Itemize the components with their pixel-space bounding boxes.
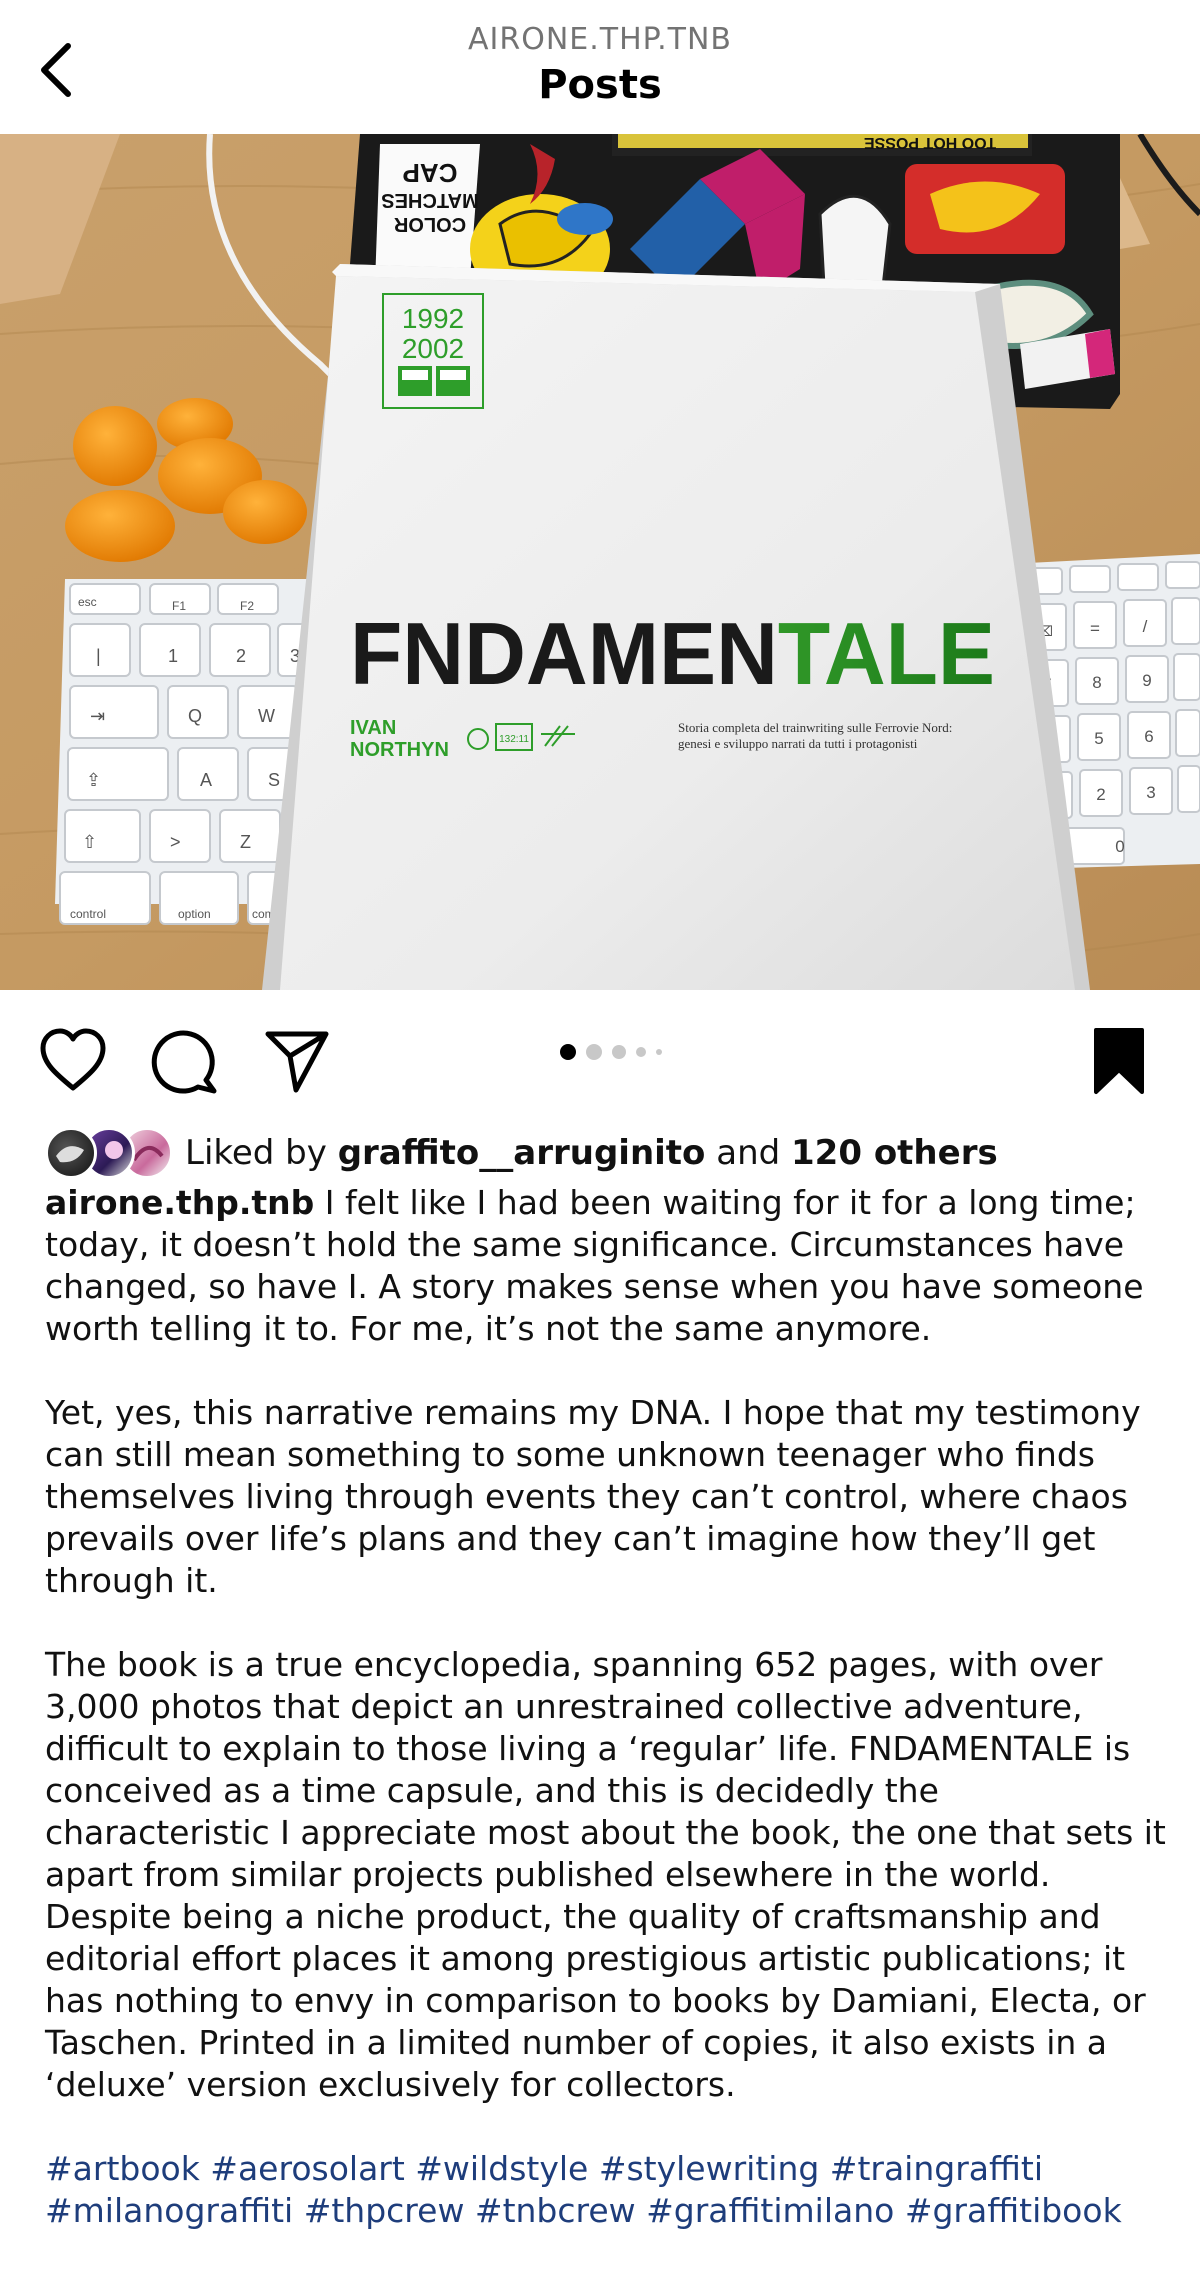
book-title: FNDAMENTALE: [350, 604, 995, 703]
caption-hashtags[interactable]: #artbook #aerosolart #wildstyle #stylewr…: [45, 2148, 1170, 2232]
caption-paragraph-1: airone.thp.tnb I felt like I had been wa…: [45, 1182, 1170, 1350]
svg-text:COLOR: COLOR: [393, 213, 466, 235]
carousel-dot: [656, 1049, 662, 1055]
book-subtitle: Storia completa del trainwriting sulle F…: [678, 720, 956, 751]
svg-text:⇧: ⇧: [82, 832, 97, 852]
svg-text:F1: F1: [172, 599, 186, 613]
svg-text:8: 8: [1092, 673, 1101, 692]
svg-text:/: /: [1143, 617, 1148, 636]
page-title: Posts: [538, 62, 662, 108]
book-year-end: 2002: [402, 333, 464, 364]
svg-text:esc: esc: [78, 595, 97, 609]
svg-text:CAP: CAP: [403, 158, 458, 188]
post-photo: TOO HOT POSSE CAP MATCHES COLOR esc F1 F…: [0, 134, 1200, 990]
svg-text:F2: F2: [240, 599, 254, 613]
like-button[interactable]: [38, 1026, 108, 1096]
save-button[interactable]: [1084, 1026, 1154, 1096]
book-year-start: 1992: [402, 303, 464, 334]
likes-prefix: Liked by: [185, 1133, 338, 1173]
svg-text:control: control: [70, 907, 106, 921]
caption-paragraph-3: The book is a true encyclopedia, spannin…: [45, 1645, 1166, 2104]
carousel-dot: [612, 1045, 626, 1059]
carousel-dot: [636, 1047, 646, 1057]
likes-row: Liked by graffito__arruginito and 120 ot…: [45, 1127, 998, 1179]
svg-text:2: 2: [236, 646, 246, 666]
carousel-indicator: [560, 1042, 662, 1062]
post-caption: airone.thp.tnb I felt like I had been wa…: [45, 1182, 1170, 2274]
svg-text:9: 9: [1142, 671, 1151, 690]
likes-and: and: [705, 1133, 792, 1173]
svg-text:Q: Q: [188, 706, 202, 726]
svg-text:|: |: [96, 646, 101, 666]
sticker-cap-matches-color: CAP MATCHES COLOR: [375, 144, 480, 284]
svg-text:2: 2: [1096, 785, 1105, 804]
heart-icon: [40, 1028, 106, 1091]
paper-plane-icon: [265, 1031, 329, 1093]
svg-text:6: 6: [1144, 727, 1153, 746]
likes-summary[interactable]: Liked by graffito__arruginito and 120 ot…: [185, 1133, 998, 1173]
svg-text:S: S: [268, 770, 280, 790]
svg-text:Z: Z: [240, 832, 251, 852]
comment-button[interactable]: [150, 1026, 220, 1096]
svg-text:⇥: ⇥: [90, 706, 105, 726]
svg-text:132:11: 132:11: [499, 734, 529, 745]
liked-by-user[interactable]: graffito__arruginito: [338, 1133, 706, 1173]
share-button[interactable]: [262, 1026, 332, 1096]
svg-text:5: 5: [1094, 729, 1103, 748]
header-username[interactable]: AIRONE.THP.TNB: [0, 22, 1200, 57]
svg-text:=: =: [1090, 619, 1100, 638]
comment-icon: [151, 1030, 217, 1094]
book-fndamentale: 1992 2002 FNDAMENTALE IVAN NORTHYN 132:1…: [262, 264, 1090, 990]
avatar[interactable]: [45, 1127, 97, 1179]
app-header: AIRONE.THP.TNB Posts: [0, 0, 1200, 134]
svg-text:option: option: [178, 907, 211, 921]
carousel-dot: [560, 1044, 576, 1060]
svg-text:>: >: [170, 832, 181, 852]
caption-paragraph-2: Yet, yes, this narrative remains my DNA.…: [45, 1393, 1141, 1600]
carousel-dot: [586, 1044, 602, 1060]
svg-text:A: A: [200, 770, 212, 790]
svg-text:⇪: ⇪: [86, 770, 101, 790]
svg-text:MATCHES: MATCHES: [381, 189, 478, 211]
svg-text:0: 0: [1115, 837, 1124, 856]
sticker-hot-posse: TOO HOT POSSE: [864, 134, 997, 151]
svg-text:1: 1: [168, 646, 178, 666]
likes-count[interactable]: 120 others: [791, 1133, 998, 1173]
bookmark-filled-icon: [1094, 1028, 1144, 1094]
post-image[interactable]: TOO HOT POSSE CAP MATCHES COLOR esc F1 F…: [0, 134, 1200, 990]
svg-text:3: 3: [1146, 783, 1155, 802]
svg-text:W: W: [258, 706, 275, 726]
caption-username[interactable]: airone.thp.tnb: [45, 1183, 314, 1222]
